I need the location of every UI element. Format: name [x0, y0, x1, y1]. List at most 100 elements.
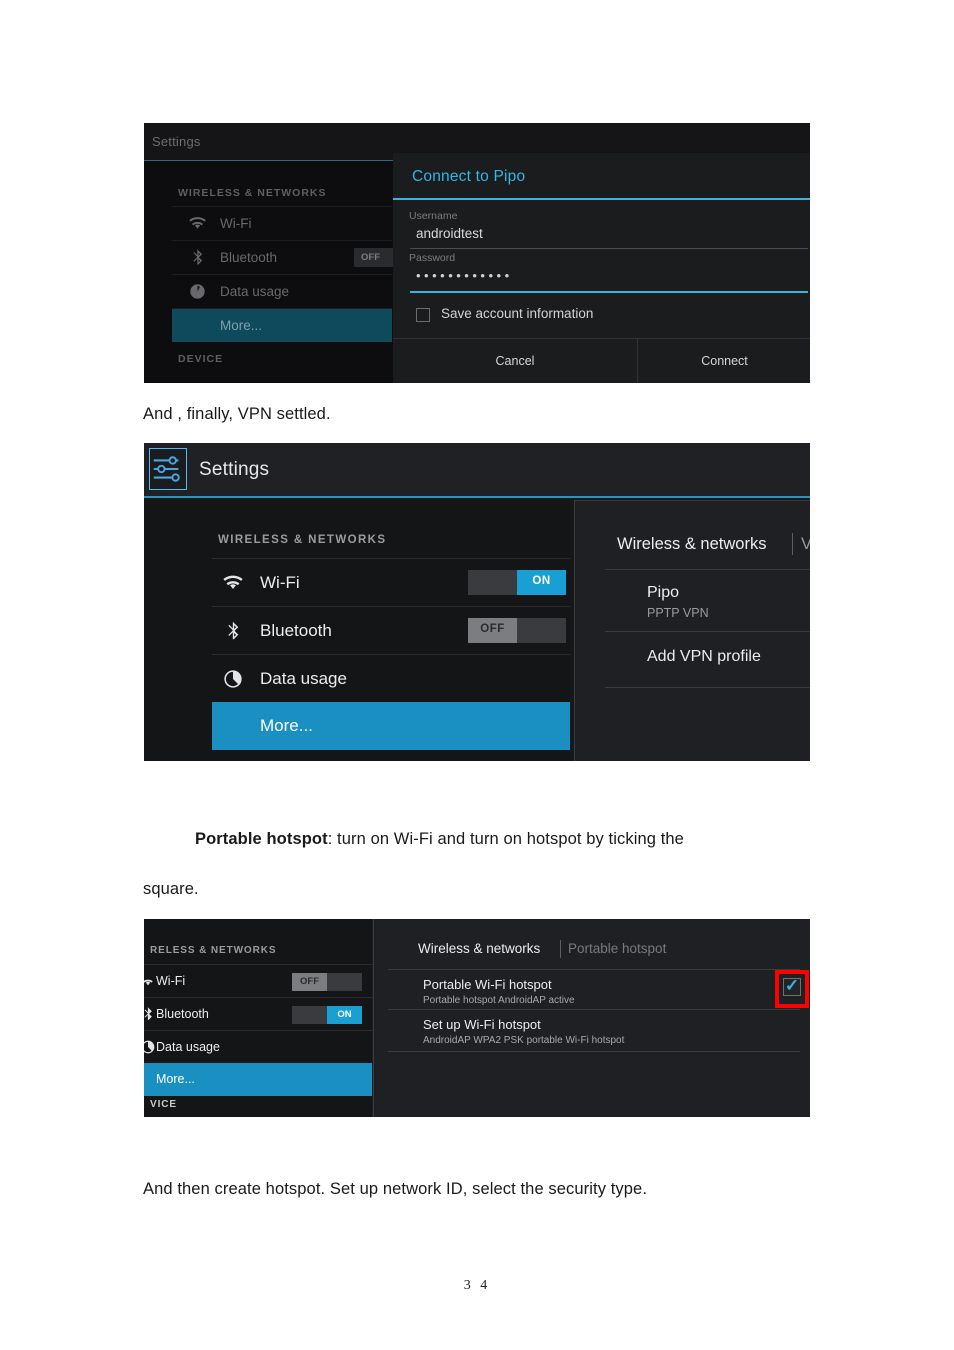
shot2-bluetooth-toggle-label: OFF [480, 623, 505, 635]
shot1-bluetooth-toggle-label: OFF [361, 252, 380, 263]
shot3-bluetooth-toggle-label: ON [337, 1009, 352, 1020]
data-usage-icon [188, 282, 207, 301]
username-input[interactable]: androidtest [416, 226, 483, 241]
shot3-row-bluetooth-label: Bluetooth [156, 1007, 209, 1021]
data-usage-icon [222, 668, 244, 690]
username-underline [410, 248, 808, 249]
dialog-header: Connect to Pipo [393, 153, 810, 200]
shot2-row-more[interactable]: More... [212, 702, 570, 750]
shot3-row-data-usage[interactable]: Data usage [144, 1030, 372, 1063]
paragraph-portable-hotspot-rest: : turn on Wi-Fi and turn on hotspot by t… [327, 830, 684, 848]
bluetooth-icon [222, 620, 244, 642]
wifi-icon [144, 973, 156, 989]
shot3-device-label: VICE [150, 1099, 177, 1110]
shot2-breadcrumb-current: VPN [801, 535, 810, 553]
connect-button[interactable]: Connect [639, 339, 810, 383]
screenshot-vpn-settings: Settings WIRELESS & NETWORKS Wi-Fi ON Bl… [144, 443, 810, 761]
paragraph-vpn-settled: And , finally, VPN settled. [143, 405, 331, 423]
connect-vpn-dialog: Connect to Pipo Username androidtest Pas… [393, 153, 810, 383]
shot2-vpn-item-pipo-title: Pipo [647, 584, 680, 601]
shot3-breadcrumb[interactable]: Wireless & networks [418, 941, 540, 956]
shot2-breadcrumb-divider [792, 533, 793, 555]
shot3-row-data-usage-label: Data usage [156, 1040, 220, 1054]
shot1-row-more-label: More... [220, 318, 263, 333]
shot3-row-more[interactable]: More... [144, 1063, 372, 1096]
shot1-app-title: Settings [152, 134, 201, 149]
shot2-add-vpn-profile[interactable]: Add VPN profile [605, 631, 810, 687]
shot2-sidebar: WIRELESS & NETWORKS Wi-Fi ON Bluetooth O… [144, 500, 570, 761]
shot3-row-more-label: More... [156, 1072, 195, 1086]
page-number: 3 4 [463, 1278, 491, 1293]
shot3-breadcrumb-current: Portable hotspot [568, 941, 667, 956]
shot3-section-label: RELESS & NETWORKS [150, 945, 277, 956]
save-account-checkbox[interactable] [416, 308, 430, 322]
shot3-breadcrumb-divider [560, 940, 561, 958]
shot3-portable-wifi-hotspot-row[interactable]: Portable Wi-Fi hotspot Portable hotspot … [388, 969, 800, 1009]
shot1-row-data-usage[interactable]: Data usage [172, 274, 392, 308]
shot2-section-label: WIRELESS & NETWORKS [218, 534, 387, 546]
paragraph-create-hotspot: And then create hotspot. Set up network … [143, 1180, 648, 1198]
shot3-portable-wifi-hotspot-title: Portable Wi-Fi hotspot [423, 977, 552, 992]
shot3-row-wifi[interactable]: Wi-Fi OFF [144, 964, 372, 997]
shot2-row-wifi[interactable]: Wi-Fi ON [212, 558, 570, 606]
shot2-detail-panel: Wireless & networks VPN Pipo PPTP VPN Ad… [574, 500, 810, 761]
password-label: Password [409, 252, 456, 264]
shot2-row-bluetooth[interactable]: Bluetooth OFF [212, 606, 570, 654]
shot1-row-bluetooth-label: Bluetooth [220, 250, 278, 265]
shot2-row-bluetooth-label: Bluetooth [260, 621, 332, 640]
screenshot-portable-hotspot: RELESS & NETWORKS Wi-Fi OFF Bluetooth ON… [144, 919, 810, 1117]
shot1-row-data-usage-label: Data usage [220, 284, 290, 299]
save-account-label: Save account information [441, 306, 594, 321]
shot2-breadcrumb[interactable]: Wireless & networks [617, 535, 766, 554]
wifi-icon [188, 214, 207, 233]
shot1-row-more[interactable]: More... [172, 308, 392, 342]
shot1-row-wifi-label: Wi-Fi [220, 216, 252, 231]
shot2-row-data-usage[interactable]: Data usage [212, 654, 570, 702]
shot3-portable-wifi-hotspot-subtitle: Portable hotspot AndroidAP active [423, 995, 575, 1006]
screenshot-connect-to-vpn: Settings WIRELESS & NETWORKS Wi-Fi Bluet… [144, 123, 810, 383]
shot2-wifi-toggle-label: ON [532, 575, 551, 587]
shot1-section-label: WIRELESS & NETWORKS [178, 187, 327, 199]
password-underline [410, 291, 808, 293]
dialog-button-bar: Cancel Connect [393, 338, 810, 383]
shot1-row-bluetooth[interactable]: Bluetooth OFF [172, 240, 398, 274]
shot3-bluetooth-toggle[interactable]: ON [292, 1006, 362, 1024]
shot2-title-bar: Settings [144, 443, 810, 498]
shot3-sidebar: RELESS & NETWORKS Wi-Fi OFF Bluetooth ON… [144, 919, 372, 1117]
cancel-button[interactable]: Cancel [393, 339, 638, 383]
shot2-vpn-item-pipo-subtitle: PPTP VPN [647, 606, 709, 620]
shot2-row-more-label: More... [260, 716, 313, 735]
shot2-app-title: Settings [199, 459, 270, 480]
shot3-wifi-toggle[interactable]: OFF [292, 973, 362, 991]
data-usage-icon [144, 1039, 156, 1055]
shot3-list-bottom-divider [388, 1051, 800, 1052]
shot3-wifi-toggle-label: OFF [300, 976, 319, 987]
username-label: Username [409, 210, 458, 222]
paragraph-portable-hotspot-bold: Portable hotspot [195, 830, 328, 848]
shot1-row-wifi[interactable]: Wi-Fi [172, 206, 392, 240]
shot2-list-bottom-divider [605, 687, 810, 688]
settings-sliders-icon [149, 448, 187, 490]
shot1-device-label: DEVICE [178, 353, 224, 365]
paragraph-portable-hotspot-line1: Portable hotspot: turn on Wi-Fi and turn… [143, 830, 810, 849]
shot2-add-vpn-profile-title: Add VPN profile [647, 648, 761, 665]
shot3-setup-wifi-hotspot-subtitle: AndroidAP WPA2 PSK portable Wi-Fi hotspo… [423, 1035, 625, 1046]
shot3-row-bluetooth[interactable]: Bluetooth ON [144, 997, 372, 1030]
dialog-title: Connect to Pipo [412, 168, 526, 185]
shot3-setup-wifi-hotspot-row[interactable]: Set up Wi-Fi hotspot AndroidAP WPA2 PSK … [388, 1009, 800, 1051]
password-input[interactable]: •••••••••••• [416, 268, 513, 283]
shot3-detail-panel: Wireless & networks Portable hotspot Por… [373, 919, 810, 1117]
shot2-wifi-toggle[interactable]: ON [468, 570, 566, 595]
shot3-setup-wifi-hotspot-title: Set up Wi-Fi hotspot [423, 1017, 541, 1032]
bluetooth-icon [144, 1006, 156, 1022]
wifi-icon [222, 572, 244, 594]
shot2-row-data-usage-label: Data usage [260, 669, 347, 688]
shot3-row-wifi-label: Wi-Fi [156, 974, 186, 988]
shot2-vpn-item-pipo[interactable]: Pipo PPTP VPN [605, 569, 810, 631]
bluetooth-icon [188, 248, 207, 267]
shot1-bluetooth-toggle[interactable]: OFF [354, 248, 398, 267]
shot2-row-wifi-label: Wi-Fi [260, 573, 300, 592]
paragraph-portable-hotspot-line2: square. [143, 880, 199, 898]
document-page: Settings WIRELESS & NETWORKS Wi-Fi Bluet… [0, 0, 954, 1350]
shot2-bluetooth-toggle[interactable]: OFF [468, 618, 566, 643]
